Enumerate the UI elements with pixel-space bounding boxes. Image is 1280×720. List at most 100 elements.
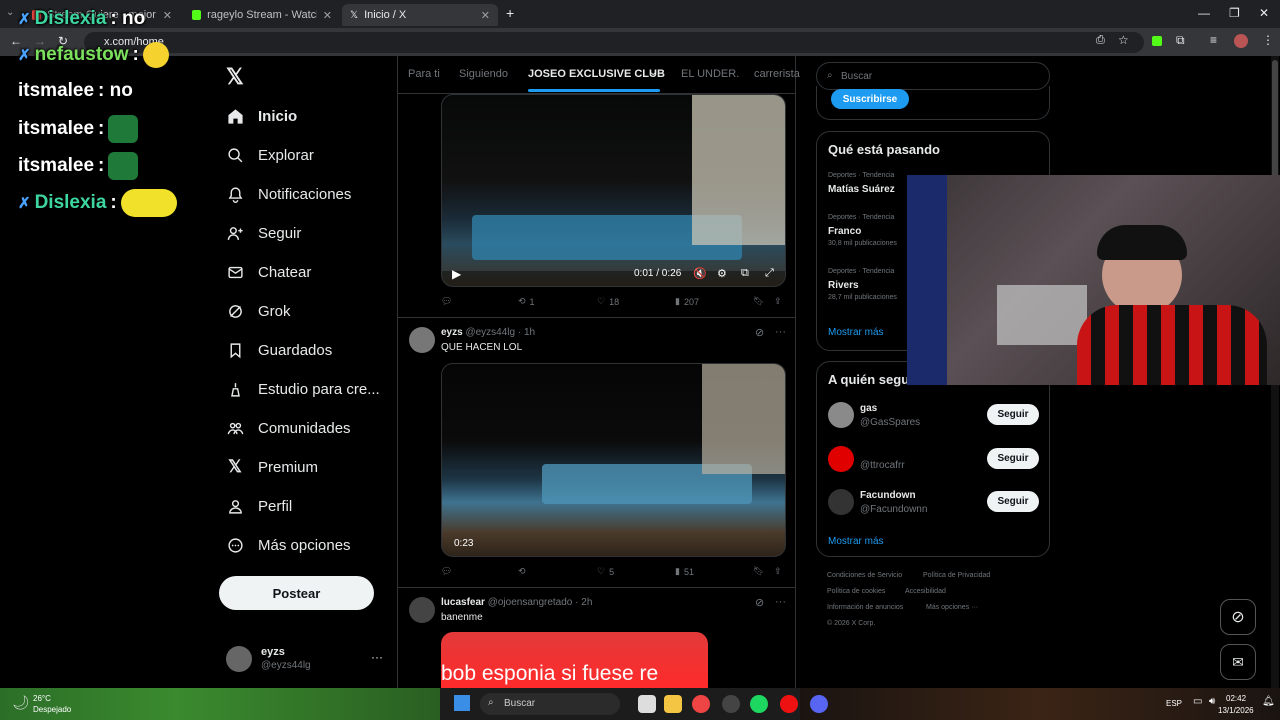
follow-button[interactable]: Seguir [987,448,1039,469]
show-more-link[interactable]: Mostrar más [828,536,884,547]
grok-float-button[interactable]: ⊘ [1220,599,1256,635]
footer-link[interactable]: Condiciones de Servicio [827,572,902,579]
mute-icon[interactable]: 🔇 [693,267,707,280]
footer-link[interactable]: Más opciones ··· [926,604,978,611]
obs-icon[interactable] [722,695,740,713]
sidebar-item-explorar[interactable]: Explorar [226,140,314,170]
author-name[interactable]: lucasfear [441,597,485,608]
avatar[interactable] [409,327,435,353]
sidebar-item-notificaciones[interactable]: Notificaciones [226,179,351,209]
footer-link[interactable]: Accesibilidad [905,588,946,595]
sidebar-item-inicio[interactable]: Inicio [226,101,297,131]
like-button[interactable]: ♡ 18 [597,296,619,307]
avatar[interactable] [409,597,435,623]
clock-time[interactable]: 02:42 [1226,694,1246,703]
views-button[interactable]: ▮ 207 [675,296,699,307]
bookmark-button[interactable]: 🔖︎ [753,296,764,307]
pip-icon[interactable]: ⧉ [741,267,749,280]
more-dots-icon[interactable]: ··· [371,650,383,664]
media-control-icon[interactable]: ≡ [1210,33,1217,47]
file-explorer-icon[interactable] [664,695,682,713]
chrome-icon[interactable] [692,695,710,713]
more-dots-icon[interactable]: ··· [775,596,786,608]
minimize-icon[interactable]: — [1198,6,1210,20]
maximize-icon[interactable]: ❐ [1229,6,1240,20]
grok-icon[interactable]: ⊘ [755,596,764,609]
post-image[interactable]: bob esponia si fuese re [441,632,708,688]
post-video[interactable]: 0:23 [441,363,786,557]
windows-start-icon[interactable] [454,695,470,711]
footer-link[interactable]: Información de anuncios [827,604,903,611]
extension-kick-icon[interactable] [1152,36,1162,46]
show-more-link[interactable]: Mostrar más [828,327,884,338]
subscribe-button[interactable]: Suscribirse [831,89,909,109]
menu-dots-icon[interactable]: ⋮ [1262,33,1274,47]
close-icon[interactable]: ✕ [481,9,490,22]
reply-button[interactable]: 💬︎ [441,296,452,307]
avatar[interactable] [828,446,854,472]
suggested-name[interactable]: Facundown [860,490,916,501]
volume-icon[interactable]: 🔊︎ [1209,696,1215,707]
window-close-icon[interactable]: ✕ [1259,6,1269,20]
extensions-icon[interactable]: ⧉ [1176,33,1185,48]
follow-button[interactable]: Seguir [987,404,1039,425]
sidebar-item-chatear[interactable]: Chatear [226,257,311,287]
tab-joseo-exclusive-club[interactable]: JOSEO EXCLUSIVE CLUB [528,68,665,80]
retweet-button[interactable]: ⟲ 1 [518,296,535,307]
sidebar-item-seguir[interactable]: Seguir [226,218,301,248]
avatar[interactable] [828,489,854,515]
reply-button[interactable]: 💬︎ [441,566,452,577]
sidebar-item-estudio[interactable]: Estudio para cre... [226,374,380,404]
author-handle[interactable]: @ojoensangretado [488,597,573,608]
footer-link[interactable]: Política de Privacidad [923,572,990,579]
share-button[interactable]: ⇪ [774,566,782,577]
taskview-icon[interactable] [638,695,656,713]
tab-el-under[interactable]: EL UNDER. [681,68,739,80]
suggested-name[interactable]: gas [860,403,877,414]
sidebar-item-perfil[interactable]: Perfil [226,491,292,521]
sidebar-item-comunidades[interactable]: Comunidades [226,413,351,443]
profile-avatar[interactable] [1234,34,1248,48]
follow-button[interactable]: Seguir [987,491,1039,512]
footer-link[interactable]: Política de cookies [827,588,885,595]
post-time[interactable]: · 2h [575,597,592,608]
post-video[interactable]: ▶ 0:01 / 0:26 🔇 ⚙ ⧉ ⤢ [441,94,786,287]
clock-date[interactable]: 13/1/2026 [1218,706,1254,715]
settings-icon[interactable]: ⚙ [717,267,727,280]
like-button[interactable]: ♡ 5 [597,566,614,577]
tab-list-icon[interactable]: ⌄ [6,7,14,18]
more-dots-icon[interactable]: ··· [775,326,786,338]
x-logo-icon[interactable]: 𝕏 [226,64,244,90]
sidebar-item-mas-opciones[interactable]: Más opciones [226,530,351,560]
tab-para-ti[interactable]: Para ti [408,68,440,80]
avatar[interactable] [828,402,854,428]
chevron-down-icon[interactable]: ⌄ [649,67,657,78]
close-icon[interactable]: ✕ [323,9,332,22]
opera-icon[interactable] [780,695,798,713]
retweet-button[interactable]: ⟲ [518,566,526,577]
grok-icon[interactable]: ⊘ [755,326,764,339]
tab-kick[interactable]: rageylo Stream - Watch Live on ✕ [184,4,340,26]
taskbar-search[interactable]: ⌕ Buscar [480,693,620,715]
account-switcher[interactable]: eyzs @eyzs44lg ··· [226,644,391,676]
sidebar-item-grok[interactable]: Grok [226,296,291,326]
close-icon[interactable]: ✕ [163,9,172,22]
post-time[interactable]: · 1h [518,327,535,338]
language-indicator[interactable]: ESP [1166,699,1182,708]
discord-icon[interactable] [810,695,828,713]
play-icon[interactable]: ▶ [452,267,461,281]
post-button[interactable]: Postear [219,576,374,610]
bookmark-star-icon[interactable]: ☆ [1118,33,1129,47]
spotify-icon[interactable] [750,695,768,713]
tab-siguiendo[interactable]: Siguiendo [459,68,508,80]
weather-icon[interactable]: 🌙︎ [12,694,30,711]
bookmark-button[interactable]: 🔖︎ [753,566,764,577]
views-button[interactable]: ▮ 51 [675,566,694,577]
tab-carrerista[interactable]: carrerista [754,68,800,80]
share-button[interactable]: ⇪ [774,296,782,307]
notification-icon[interactable]: 🔔︎ [1262,696,1275,707]
fullscreen-icon[interactable]: ⤢ [765,267,774,280]
sidebar-item-premium[interactable]: 𝕏 Premium [226,452,318,482]
new-tab-icon[interactable]: + [506,5,514,21]
address-field[interactable]: x.com/home [84,32,1144,53]
